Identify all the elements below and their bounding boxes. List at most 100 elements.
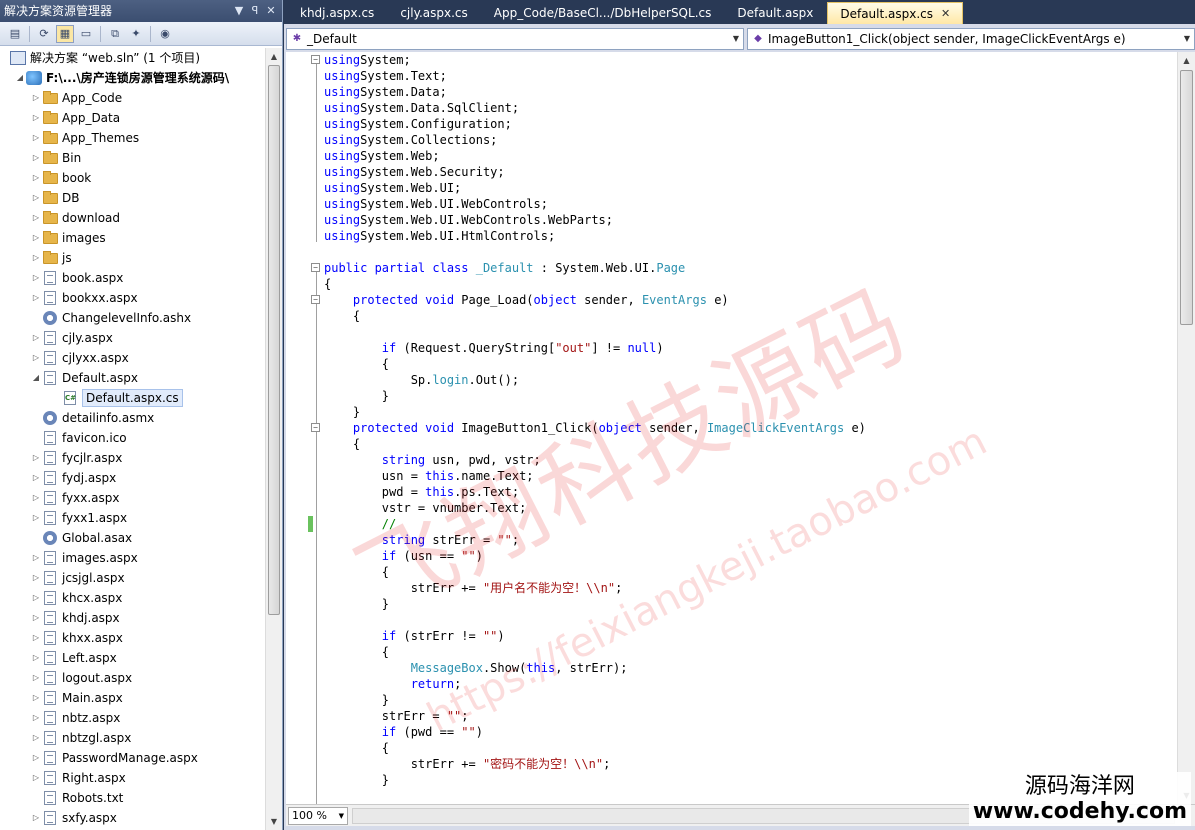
expand-arrow-icon[interactable]: ▷ bbox=[30, 188, 42, 208]
class-combo[interactable]: ✱ _Default ▼ bbox=[286, 28, 744, 50]
code-text[interactable]: − usingSystem; usingSystem.Text; usingSyste… bbox=[311, 52, 1177, 788]
member-combo[interactable]: ◆ ImageButton1_Click(object sender, Imag… bbox=[747, 28, 1195, 50]
code-line[interactable]: { bbox=[324, 356, 1177, 372]
expand-arrow-icon[interactable]: ▷ bbox=[30, 128, 42, 148]
tree-item[interactable]: C# Default.aspx.cs bbox=[0, 388, 266, 408]
code-line[interactable]: { bbox=[324, 436, 1177, 452]
tree-item[interactable]: ▷ khxx.aspx bbox=[0, 628, 266, 648]
collapse-icon[interactable]: − bbox=[311, 295, 320, 304]
code-line[interactable]: strErr += "用户名不能为空！\\n"; bbox=[324, 580, 1177, 596]
tree-item[interactable]: ▷ Bin bbox=[0, 148, 266, 168]
tree-item[interactable]: ▷ khcx.aspx bbox=[0, 588, 266, 608]
collapse-icon[interactable]: − bbox=[311, 423, 320, 432]
collapse-arrow-icon[interactable]: ◢ bbox=[14, 68, 26, 88]
code-line[interactable]: if (pwd == "") bbox=[324, 724, 1177, 740]
expand-arrow-icon[interactable]: ▷ bbox=[30, 728, 42, 748]
tree-item[interactable]: Robots.txt bbox=[0, 788, 266, 808]
code-line[interactable] bbox=[324, 324, 1177, 340]
tree-item[interactable]: ▷ book.aspx bbox=[0, 268, 266, 288]
code-line[interactable]: { bbox=[324, 276, 1177, 292]
expand-arrow-icon[interactable]: ▷ bbox=[30, 508, 42, 528]
tree-solution-node[interactable]: 解决方案 “web.sln” (1 个项目) bbox=[0, 48, 266, 68]
expand-arrow-icon[interactable]: ▷ bbox=[30, 268, 42, 288]
code-line[interactable]: if (Request.QueryString["out"] != null) bbox=[324, 340, 1177, 356]
code-area[interactable]: − usingSystem; usingSystem.Text; usingSyste… bbox=[286, 52, 1177, 804]
scroll-thumb[interactable] bbox=[268, 65, 280, 615]
code-line[interactable]: } bbox=[324, 388, 1177, 404]
expand-arrow-icon[interactable]: ▷ bbox=[30, 628, 42, 648]
expand-arrow-icon[interactable]: ▷ bbox=[30, 108, 42, 128]
code-line[interactable]: usingSystem.Text; bbox=[324, 68, 1177, 84]
tree-project-node[interactable]: ◢ F:\...\房产连锁房源管理系统源码\ bbox=[0, 68, 266, 88]
expand-arrow-icon[interactable]: ▷ bbox=[30, 248, 42, 268]
tree-item[interactable]: ▷ download bbox=[0, 208, 266, 228]
code-line[interactable]: − protected void Page_Load(object sender… bbox=[311, 292, 1177, 308]
tree-item[interactable]: ChangelevelInfo.ashx bbox=[0, 308, 266, 328]
document-tab[interactable]: khdj.aspx.cs bbox=[288, 2, 386, 24]
tree-item[interactable]: ▷ js bbox=[0, 248, 266, 268]
close-tab-icon[interactable]: ✕ bbox=[941, 3, 950, 25]
code-line[interactable]: } bbox=[324, 596, 1177, 612]
expand-arrow-icon[interactable]: ▷ bbox=[30, 208, 42, 228]
aspnet-config-icon[interactable]: ✦ bbox=[127, 25, 145, 43]
expand-arrow-icon[interactable]: ▷ bbox=[30, 808, 42, 828]
zoom-select[interactable]: 100 % ▼ bbox=[288, 807, 348, 825]
tree-item[interactable]: ▷ Left.aspx bbox=[0, 648, 266, 668]
tree-item[interactable]: ▷ images.aspx bbox=[0, 548, 266, 568]
collapse-icon[interactable]: − bbox=[311, 55, 320, 64]
tree-item[interactable]: favicon.ico bbox=[0, 428, 266, 448]
collapse-icon[interactable]: − bbox=[311, 263, 320, 272]
expand-arrow-icon[interactable]: ▷ bbox=[30, 348, 42, 368]
expand-arrow-icon[interactable]: ▷ bbox=[30, 88, 42, 108]
expand-arrow-icon[interactable]: ▷ bbox=[30, 488, 42, 508]
code-line[interactable]: // bbox=[324, 516, 1177, 532]
document-tab[interactable]: cjly.aspx.cs bbox=[388, 2, 479, 24]
tree-item[interactable]: ▷ khdj.aspx bbox=[0, 608, 266, 628]
pin-icon[interactable]: ꟼ bbox=[248, 0, 262, 22]
code-line[interactable] bbox=[324, 244, 1177, 260]
tree-item[interactable]: ▷ cjlyxx.aspx bbox=[0, 348, 266, 368]
code-line[interactable]: pwd = this.ps.Text; bbox=[324, 484, 1177, 500]
code-line[interactable]: − public partial class _Default : System.… bbox=[311, 260, 1177, 276]
tree-item[interactable]: ▷ PasswordManage.aspx bbox=[0, 748, 266, 768]
tree-item[interactable]: ▷ fyxx.aspx bbox=[0, 488, 266, 508]
scroll-thumb[interactable] bbox=[1180, 70, 1193, 325]
code-line[interactable]: strErr += "密码不能为空！\\n"; bbox=[324, 756, 1177, 772]
code-line[interactable]: usn = this.name.Text; bbox=[324, 468, 1177, 484]
code-line[interactable]: if (usn == "") bbox=[324, 548, 1177, 564]
code-line[interactable]: usingSystem.Web.UI.WebControls; bbox=[324, 196, 1177, 212]
code-line[interactable]: string strErr = ""; bbox=[324, 532, 1177, 548]
code-line[interactable]: { bbox=[324, 740, 1177, 756]
view-code-icon[interactable]: ▭ bbox=[77, 25, 95, 43]
expand-arrow-icon[interactable]: ▷ bbox=[30, 708, 42, 728]
expand-arrow-icon[interactable]: ▷ bbox=[30, 668, 42, 688]
code-line[interactable] bbox=[324, 612, 1177, 628]
tree-item[interactable]: ▷ fyxx1.aspx bbox=[0, 508, 266, 528]
code-line[interactable]: MessageBox.Show(this, strErr); bbox=[324, 660, 1177, 676]
expand-arrow-icon[interactable]: ▷ bbox=[30, 688, 42, 708]
code-line[interactable]: usingSystem.Data.SqlClient; bbox=[324, 100, 1177, 116]
properties-icon[interactable]: ▤ bbox=[6, 25, 24, 43]
close-icon[interactable]: ✕ bbox=[264, 0, 278, 22]
expand-arrow-icon[interactable]: ▷ bbox=[30, 288, 42, 308]
code-line[interactable]: usingSystem.Web.UI.HtmlControls; bbox=[324, 228, 1177, 244]
code-line[interactable]: } bbox=[324, 404, 1177, 420]
tree-item[interactable]: ▷ bookxx.aspx bbox=[0, 288, 266, 308]
tree-item[interactable]: ▷ App_Code bbox=[0, 88, 266, 108]
refresh-icon[interactable]: ⟳ bbox=[35, 25, 53, 43]
tree-item[interactable]: ▷ logout.aspx bbox=[0, 668, 266, 688]
tree-item[interactable]: ▷ Main.aspx bbox=[0, 688, 266, 708]
code-line[interactable]: usingSystem.Web.Security; bbox=[324, 164, 1177, 180]
tree-item[interactable]: ▷ jcsjgl.aspx bbox=[0, 568, 266, 588]
code-line[interactable]: { bbox=[324, 644, 1177, 660]
tree-item[interactable]: ▷ DB bbox=[0, 188, 266, 208]
expand-arrow-icon[interactable]: ▷ bbox=[30, 448, 42, 468]
dropdown-icon[interactable]: ▼ bbox=[232, 0, 246, 22]
expand-arrow-icon[interactable]: ▷ bbox=[30, 748, 42, 768]
code-line[interactable]: − protected void ImageButton1_Click(obje… bbox=[311, 420, 1177, 436]
expand-arrow-icon[interactable]: ▷ bbox=[30, 228, 42, 248]
expand-arrow-icon[interactable]: ▷ bbox=[30, 548, 42, 568]
tree-item[interactable]: ◢ Default.aspx bbox=[0, 368, 266, 388]
expand-arrow-icon[interactable]: ▷ bbox=[30, 648, 42, 668]
scroll-down-icon[interactable]: ▼ bbox=[266, 813, 282, 830]
